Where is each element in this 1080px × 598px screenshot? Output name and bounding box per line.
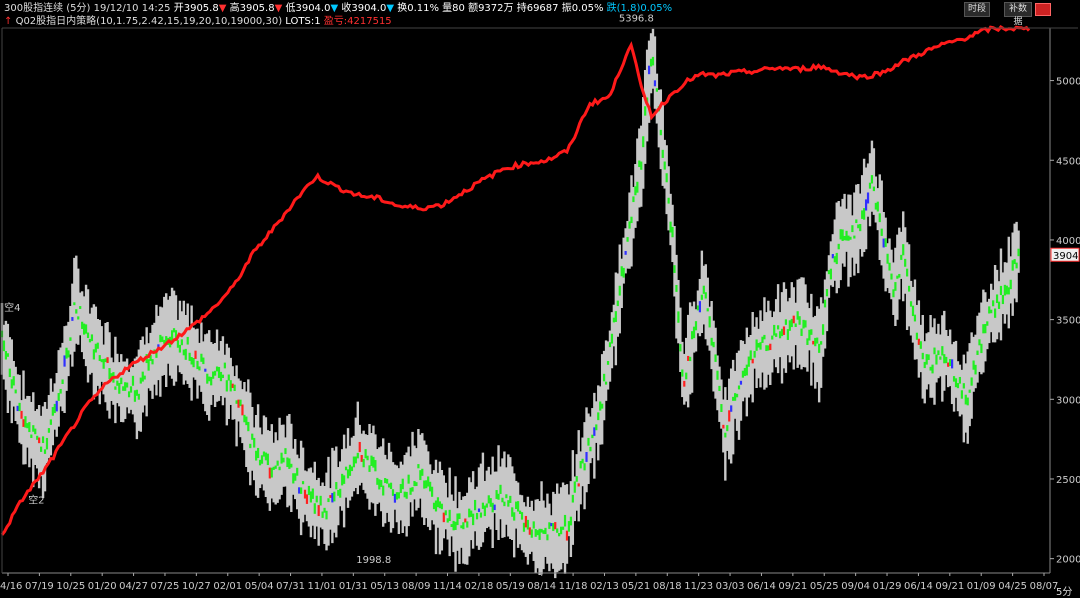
quote-field: ▼: [386, 3, 395, 14]
y-tick-label: 3000: [1056, 395, 1080, 406]
price-annotation: 1998.8: [356, 555, 391, 566]
y-tick-label: 4000: [1056, 236, 1080, 247]
lots-label: LOTS:1: [285, 16, 321, 27]
x-tick-label: 02/01: [213, 581, 242, 592]
x-tick-label: 11/14: [433, 581, 462, 592]
arrow-up-icon: ↑: [4, 16, 13, 27]
current-price-label: 3904: [1053, 251, 1078, 262]
x-tick-label: 10/27: [182, 581, 211, 592]
quote-field: 19/12/10 14:25: [90, 3, 174, 14]
x-tick-label: 11/01: [308, 581, 337, 592]
x-tick-label: 08/07: [1030, 581, 1059, 592]
x-tick-label: 05/04: [245, 581, 274, 592]
y-tick-label: 2000: [1056, 555, 1080, 566]
price-annotation: 空2: [28, 494, 44, 507]
quote-field: 300股指连续 (5分): [4, 3, 91, 14]
quote-field: 收3904.0: [338, 3, 387, 14]
fill-data-button[interactable]: 补数据: [1004, 2, 1032, 27]
y-tick-label: 5000: [1056, 77, 1080, 88]
x-tick-label: 03/03: [716, 581, 745, 592]
y-tick-label: 4500: [1056, 156, 1080, 167]
x-tick-label: 07/25: [151, 581, 180, 592]
x-tick-label: 09/21: [935, 581, 964, 592]
x-tick-label: 01/29: [873, 581, 902, 592]
x-tick-label: 05/19: [496, 581, 525, 592]
price-chart: 200025003000350040004500500004/1607/1910…: [0, 13, 1080, 592]
quote-field: 开3905.8: [173, 3, 219, 14]
x-tick-label: 07/19: [25, 581, 54, 592]
x-tick-label: 07/31: [276, 581, 305, 592]
x-tick-label: 04/25: [998, 581, 1027, 592]
quote-header: 300股指连续 (5分) 19/12/10 14:25 开3905.8 ▼ 高39…: [4, 3, 672, 15]
quote-field: 跌(1.8)0.05%: [606, 3, 673, 14]
x-tick-label: 10/25: [56, 581, 85, 592]
x-tick-label: 02/18: [464, 581, 493, 592]
x-tick-label: 01/09: [967, 581, 996, 592]
timeframe-label: 5分: [1056, 587, 1073, 598]
x-tick-label: 01/20: [88, 581, 117, 592]
x-tick-label: 08/09: [402, 581, 431, 592]
strategy-name: Q02股指日内策略(10,1.75,2.42,15,19,20,10,19000…: [15, 16, 283, 27]
strategy-header: ↑ Q02股指日内策略(10,1.75,2.42,15,19,20,10,190…: [4, 16, 392, 28]
x-tick-label: 11/18: [559, 581, 588, 592]
x-tick-label: 09/04: [841, 581, 870, 592]
x-tick-label: 05/25: [810, 581, 839, 592]
price-annotation: 5396.8: [619, 13, 654, 24]
quote-field: 高3905.8: [226, 3, 275, 14]
price-annotation: 空4: [4, 301, 20, 314]
x-tick-label: 05/13: [370, 581, 399, 592]
quote-field: 换0.11% 量80 额9372万 持69687 振0.05%: [394, 3, 607, 14]
x-tick-label: 06/14: [747, 581, 776, 592]
x-tick-label: 08/18: [653, 581, 682, 592]
profit-label: 盈亏:4217515: [323, 16, 392, 27]
x-tick-label: 04/27: [119, 581, 148, 592]
y-tick-label: 2500: [1056, 475, 1080, 486]
x-tick-label: 05/21: [621, 581, 650, 592]
x-tick-label: 08/14: [527, 581, 556, 592]
x-tick-label: 06/14: [904, 581, 933, 592]
x-tick-label: 04/16: [0, 581, 22, 592]
session-button[interactable]: 时段: [964, 2, 990, 17]
y-tick-label: 3500: [1056, 316, 1080, 327]
quote-field: 低3904.0: [282, 3, 331, 14]
equity-curve: [0, 25, 1031, 536]
x-tick-label: 09/21: [778, 581, 807, 592]
x-tick-label: 01/31: [339, 581, 368, 592]
x-tick-label: 11/23: [684, 581, 713, 592]
x-tick-label: 02/13: [590, 581, 619, 592]
close-icon[interactable]: [1035, 3, 1051, 16]
